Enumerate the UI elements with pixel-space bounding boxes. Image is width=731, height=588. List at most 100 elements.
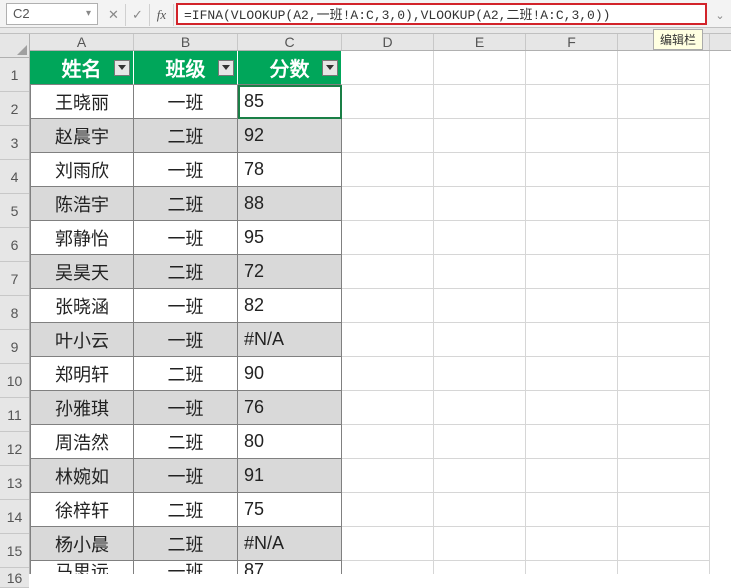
cell-C4[interactable]: 78 bbox=[238, 153, 342, 187]
cell-E15[interactable] bbox=[434, 527, 526, 561]
cell-F3[interactable] bbox=[526, 119, 618, 153]
cell-A16[interactable]: 马思远 bbox=[30, 561, 134, 574]
cell-B14[interactable]: 二班 bbox=[134, 493, 238, 527]
accept-formula-button[interactable]: ✓ bbox=[126, 4, 150, 26]
cell-B5[interactable]: 二班 bbox=[134, 187, 238, 221]
cell-G15[interactable] bbox=[618, 527, 710, 561]
cell-A7[interactable]: 吴昊天 bbox=[30, 255, 134, 289]
cell-F14[interactable] bbox=[526, 493, 618, 527]
cell-D2[interactable] bbox=[342, 85, 434, 119]
cell-F2[interactable] bbox=[526, 85, 618, 119]
cell-G9[interactable] bbox=[618, 323, 710, 357]
cell-G1[interactable] bbox=[618, 51, 710, 85]
cell-A14[interactable]: 徐梓轩 bbox=[30, 493, 134, 527]
cell-A4[interactable]: 刘雨欣 bbox=[30, 153, 134, 187]
cell-G7[interactable] bbox=[618, 255, 710, 289]
select-all-corner[interactable] bbox=[0, 34, 29, 58]
cell-A5[interactable]: 陈浩宇 bbox=[30, 187, 134, 221]
cell-D10[interactable] bbox=[342, 357, 434, 391]
cell-B6[interactable]: 一班 bbox=[134, 221, 238, 255]
column-header-E[interactable]: E bbox=[434, 34, 526, 50]
cell-D5[interactable] bbox=[342, 187, 434, 221]
cell-A1[interactable]: 姓名 bbox=[30, 51, 134, 85]
row-header-14[interactable]: 14 bbox=[0, 500, 29, 534]
column-header-C[interactable]: C bbox=[238, 34, 342, 50]
cell-F6[interactable] bbox=[526, 221, 618, 255]
cell-F16[interactable] bbox=[526, 561, 618, 574]
column-header-D[interactable]: D bbox=[342, 34, 434, 50]
cell-G10[interactable] bbox=[618, 357, 710, 391]
cell-A13[interactable]: 林婉如 bbox=[30, 459, 134, 493]
cell-F7[interactable] bbox=[526, 255, 618, 289]
cancel-formula-button[interactable]: ✕ bbox=[102, 4, 126, 26]
cell-A11[interactable]: 孙雅琪 bbox=[30, 391, 134, 425]
cell-D3[interactable] bbox=[342, 119, 434, 153]
column-header-A[interactable]: A bbox=[30, 34, 134, 50]
cell-B10[interactable]: 二班 bbox=[134, 357, 238, 391]
cell-C5[interactable]: 88 bbox=[238, 187, 342, 221]
cell-E6[interactable] bbox=[434, 221, 526, 255]
cell-F12[interactable] bbox=[526, 425, 618, 459]
cell-C6[interactable]: 95 bbox=[238, 221, 342, 255]
cell-E13[interactable] bbox=[434, 459, 526, 493]
cell-D8[interactable] bbox=[342, 289, 434, 323]
cell-D12[interactable] bbox=[342, 425, 434, 459]
cell-D11[interactable] bbox=[342, 391, 434, 425]
cell-E1[interactable] bbox=[434, 51, 526, 85]
row-header-10[interactable]: 10 bbox=[0, 364, 29, 398]
cell-A3[interactable]: 赵晨宇 bbox=[30, 119, 134, 153]
row-header-5[interactable]: 5 bbox=[0, 194, 29, 228]
cell-B7[interactable]: 二班 bbox=[134, 255, 238, 289]
cell-C11[interactable]: 76 bbox=[238, 391, 342, 425]
cell-G4[interactable] bbox=[618, 153, 710, 187]
name-box[interactable]: C2 ▾ bbox=[6, 3, 98, 25]
expand-formula-bar-button[interactable]: ⌄ bbox=[713, 4, 727, 26]
row-header-2[interactable]: 2 bbox=[0, 92, 29, 126]
formula-input[interactable]: =IFNA(VLOOKUP(A2,一班!A:C,3,0),VLOOKUP(A2,… bbox=[176, 3, 707, 25]
cell-B9[interactable]: 一班 bbox=[134, 323, 238, 357]
cell-E11[interactable] bbox=[434, 391, 526, 425]
cell-C7[interactable]: 72 bbox=[238, 255, 342, 289]
cell-A12[interactable]: 周浩然 bbox=[30, 425, 134, 459]
row-header-16[interactable]: 16 bbox=[0, 568, 29, 588]
cell-D16[interactable] bbox=[342, 561, 434, 574]
fx-button[interactable]: fx bbox=[150, 4, 174, 26]
cell-G8[interactable] bbox=[618, 289, 710, 323]
cell-E9[interactable] bbox=[434, 323, 526, 357]
cell-B13[interactable]: 一班 bbox=[134, 459, 238, 493]
cell-B16[interactable]: 一班 bbox=[134, 561, 238, 574]
cell-C13[interactable]: 91 bbox=[238, 459, 342, 493]
filter-button-C[interactable] bbox=[322, 60, 338, 76]
cell-A6[interactable]: 郭静怡 bbox=[30, 221, 134, 255]
cell-A8[interactable]: 张晓涵 bbox=[30, 289, 134, 323]
cell-C1[interactable]: 分数 bbox=[238, 51, 342, 85]
cell-B1[interactable]: 班级 bbox=[134, 51, 238, 85]
cell-B2[interactable]: 一班 bbox=[134, 85, 238, 119]
cell-G16[interactable] bbox=[618, 561, 710, 574]
cell-F11[interactable] bbox=[526, 391, 618, 425]
cell-E4[interactable] bbox=[434, 153, 526, 187]
cell-C12[interactable]: 80 bbox=[238, 425, 342, 459]
column-header-B[interactable]: B bbox=[134, 34, 238, 50]
cell-D14[interactable] bbox=[342, 493, 434, 527]
cell-E14[interactable] bbox=[434, 493, 526, 527]
cell-B4[interactable]: 一班 bbox=[134, 153, 238, 187]
cell-D9[interactable] bbox=[342, 323, 434, 357]
name-box-dropdown-icon[interactable]: ▾ bbox=[86, 8, 91, 19]
cell-A15[interactable]: 杨小晨 bbox=[30, 527, 134, 561]
filter-button-B[interactable] bbox=[218, 60, 234, 76]
cell-G11[interactable] bbox=[618, 391, 710, 425]
row-header-12[interactable]: 12 bbox=[0, 432, 29, 466]
cell-C3[interactable]: 92 bbox=[238, 119, 342, 153]
row-header-4[interactable]: 4 bbox=[0, 160, 29, 194]
cell-E12[interactable] bbox=[434, 425, 526, 459]
cell-F9[interactable] bbox=[526, 323, 618, 357]
cell-G6[interactable] bbox=[618, 221, 710, 255]
cell-G12[interactable] bbox=[618, 425, 710, 459]
cell-B3[interactable]: 二班 bbox=[134, 119, 238, 153]
cell-C14[interactable]: 75 bbox=[238, 493, 342, 527]
cell-C15[interactable]: #N/A bbox=[238, 527, 342, 561]
cell-D6[interactable] bbox=[342, 221, 434, 255]
cell-G2[interactable] bbox=[618, 85, 710, 119]
cell-E7[interactable] bbox=[434, 255, 526, 289]
